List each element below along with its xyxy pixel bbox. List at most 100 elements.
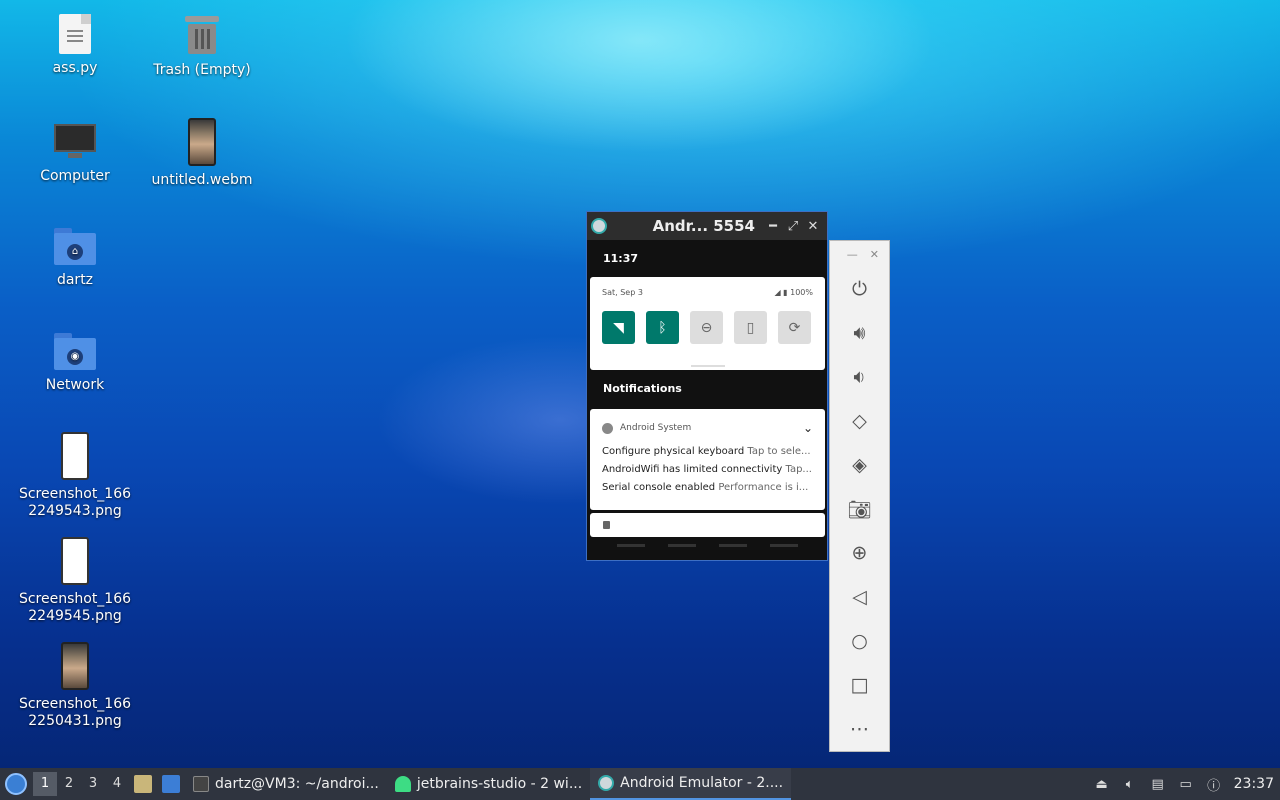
toolbar-minimize-icon[interactable]: — xyxy=(847,248,858,261)
task-label: jetbrains-studio - 2 wi... xyxy=(416,776,583,792)
emulator-title-bar[interactable]: Andr... 5554 ━ ⤢ ✕ xyxy=(587,212,827,240)
back-icon[interactable]: ◁ xyxy=(830,575,889,619)
expand-chevron-icon[interactable]: ⌄ xyxy=(803,421,813,435)
desktop-icon-computer[interactable]: Computer xyxy=(13,122,137,185)
task-label: Android Emulator - 2.... xyxy=(620,775,784,791)
battery-icon: ▮ xyxy=(783,288,788,297)
taskbar-clock[interactable]: 23:37 xyxy=(1234,776,1274,792)
auto-rotate-tile-icon[interactable]: ⟳ xyxy=(778,311,811,344)
desktop-icon-label: ass.py xyxy=(52,60,98,76)
notification-row[interactable]: Configure physical keyboard Tap to sele.… xyxy=(602,443,813,461)
video-file-icon xyxy=(188,118,216,166)
emulator-icon xyxy=(598,775,615,791)
do-not-disturb-tile-icon[interactable]: ⊖ xyxy=(690,311,723,344)
home-folder-icon: ⌂ xyxy=(54,228,96,266)
network-icon[interactable]: ▭ xyxy=(1178,776,1194,792)
zoom-icon[interactable]: ⊕ xyxy=(830,531,889,575)
notification-row[interactable]: Serial console enabled Performance is i.… xyxy=(602,479,813,497)
lock-icon xyxy=(603,521,610,529)
toolbar-close-icon[interactable]: ✕ xyxy=(870,248,879,261)
wifi-signal-icon: ◢ xyxy=(774,288,781,297)
home-icon[interactable]: ○ xyxy=(830,619,889,663)
desktop-icon-label: Screenshot_166 2249543.png xyxy=(18,486,132,519)
clipboard-icon[interactable]: ▤ xyxy=(1150,776,1166,792)
notification-row-text: Tap... xyxy=(785,464,812,475)
workspace-2[interactable]: 2 xyxy=(57,772,81,796)
desktop-icon-label: Computer xyxy=(40,168,110,184)
emulator-logo-icon xyxy=(591,218,607,234)
notification-card[interactable]: Android System ⌄ Configure physical keyb… xyxy=(590,409,825,510)
desktop-icon-trash[interactable]: Trash (Empty) xyxy=(140,14,264,79)
volume-down-icon[interactable]: 🔉︎ xyxy=(830,355,889,399)
desktop-icon-label: untitled.webm xyxy=(151,172,253,188)
status-bar-time: 11:37 xyxy=(603,252,639,265)
notification-row-title: AndroidWifi has limited connectivity xyxy=(602,464,783,475)
desktop-icon-untitled-webm[interactable]: untitled.webm xyxy=(140,118,264,189)
power-icon[interactable]: ⏻ xyxy=(830,267,889,311)
quick-settings-date: Sat, Sep 3 xyxy=(602,288,643,297)
flashlight-tile-icon[interactable]: ▯ xyxy=(734,311,767,344)
task-android-studio[interactable]: jetbrains-studio - 2 wi... xyxy=(387,768,590,800)
camera-icon[interactable]: 📷︎ xyxy=(830,487,889,531)
image-file-icon xyxy=(61,642,89,690)
secondary-notification[interactable] xyxy=(590,513,825,537)
show-desktop-icon[interactable] xyxy=(162,775,180,793)
minimize-button[interactable]: ━ xyxy=(763,219,783,234)
image-file-icon xyxy=(61,432,89,480)
file-manager-launcher-icon[interactable] xyxy=(134,775,152,793)
workspace-1[interactable]: 1 xyxy=(33,772,57,796)
desktop-icon-screenshot-2[interactable]: Screenshot_166 2249545.png xyxy=(13,537,137,625)
desktop-icon-ass-py[interactable]: ass.py xyxy=(13,14,137,77)
battery-level: 100% xyxy=(790,288,813,297)
image-file-icon xyxy=(61,537,89,585)
emulator-toolbar: — ✕ ⏻ 🔊︎ 🔉︎ ◇ ◈ 📷︎ ⊕ ◁ ○ □ ⋯ xyxy=(829,240,890,752)
terminal-icon xyxy=(193,776,209,792)
wifi-tile-icon[interactable]: ◥ xyxy=(602,311,635,344)
android-system-icon xyxy=(602,422,613,434)
bluetooth-tile-icon[interactable]: ᛒ xyxy=(646,311,679,344)
task-android-emulator[interactable]: Android Emulator - 2.... xyxy=(590,768,792,800)
desktop-icon-screenshot-1[interactable]: Screenshot_166 2249543.png xyxy=(13,432,137,520)
notifications-heading: Notifications xyxy=(603,382,682,395)
notification-row[interactable]: AndroidWifi has limited connectivity Tap… xyxy=(602,461,813,479)
network-folder-icon: ◉ xyxy=(54,333,96,371)
emulator-screen[interactable]: 11:37 Sat, Sep 3 ◢ ▮ 100% ◥ ᛒ ⊖ ▯ ⟳ Noti… xyxy=(587,240,827,560)
system-tray: ⏏ 🔈︎ ▤ ▭ ⓘ 23:37 xyxy=(1094,776,1280,794)
workspace-3[interactable]: 3 xyxy=(81,772,105,796)
start-menu-icon[interactable] xyxy=(5,773,27,795)
computer-icon xyxy=(54,122,96,162)
quick-settings-panel: Sat, Sep 3 ◢ ▮ 100% ◥ ᛒ ⊖ ▯ ⟳ xyxy=(590,277,825,370)
volume-icon[interactable]: 🔈︎ xyxy=(1122,776,1138,792)
notification-row-title: Serial console enabled xyxy=(602,482,716,493)
update-notifier-icon[interactable]: ⓘ xyxy=(1206,776,1222,794)
quick-settings-handle[interactable] xyxy=(691,365,725,367)
desktop-icon-label: dartz xyxy=(56,272,94,288)
desktop-icon-label: Screenshot_166 2250431.png xyxy=(18,696,132,729)
notification-row-title: Configure physical keyboard xyxy=(602,446,745,457)
desktop-icon-label: Network xyxy=(45,377,105,393)
battery-status: ◢ ▮ 100% xyxy=(774,288,813,297)
taskbar: 1 2 3 4 dartz@VM3: ~/androi... jetbrains… xyxy=(0,768,1280,800)
android-nav-bar xyxy=(587,538,827,560)
notification-app-name: Android System xyxy=(620,423,692,433)
more-icon[interactable]: ⋯ xyxy=(830,707,889,751)
rotate-left-icon[interactable]: ◇ xyxy=(830,399,889,443)
eject-icon[interactable]: ⏏ xyxy=(1094,776,1110,792)
overview-icon[interactable]: □ xyxy=(830,663,889,707)
task-label: dartz@VM3: ~/androi... xyxy=(215,776,379,792)
android-studio-icon xyxy=(394,776,411,792)
notification-row-text: Tap to sele... xyxy=(747,446,811,457)
python-file-icon xyxy=(59,14,91,54)
task-terminal[interactable]: dartz@VM3: ~/androi... xyxy=(185,768,387,800)
emulator-title: Andr... 5554 xyxy=(652,217,755,235)
close-button[interactable]: ✕ xyxy=(803,219,823,234)
desktop-icon-screenshot-3[interactable]: Screenshot_166 2250431.png xyxy=(13,642,137,730)
desktop-icon-network[interactable]: ◉ Network xyxy=(13,333,137,394)
workspace-4[interactable]: 4 xyxy=(105,772,129,796)
desktop-icon-dartz[interactable]: ⌂ dartz xyxy=(13,228,137,289)
trash-icon xyxy=(185,14,219,56)
rotate-right-icon[interactable]: ◈ xyxy=(830,443,889,487)
emulator-window: Andr... 5554 ━ ⤢ ✕ 11:37 Sat, Sep 3 ◢ ▮ … xyxy=(586,211,828,561)
maximize-button[interactable]: ⤢ xyxy=(783,219,803,234)
volume-up-icon[interactable]: 🔊︎ xyxy=(830,311,889,355)
